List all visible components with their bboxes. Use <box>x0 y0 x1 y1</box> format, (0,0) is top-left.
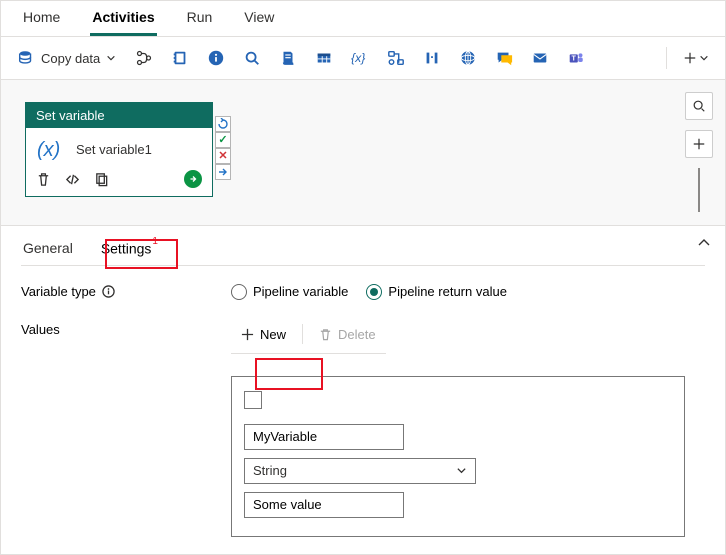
variable-icon[interactable]: {x} <box>344 43 376 73</box>
delete-button-label: Delete <box>338 327 376 342</box>
info-outline-icon[interactable] <box>102 285 115 298</box>
handle-skip-icon[interactable] <box>215 116 231 132</box>
copy-data-button[interactable]: Copy data <box>11 43 124 73</box>
handle-success-icon[interactable]: ✓ <box>215 132 231 148</box>
value-name-input[interactable] <box>244 424 404 450</box>
plus-icon <box>241 328 254 341</box>
radio-pipeline-variable-label: Pipeline variable <box>253 284 348 299</box>
pipeline-canvas[interactable]: Set variable (x) Set variable1 <box>1 80 725 226</box>
search-tool-icon[interactable] <box>236 43 268 73</box>
delete-value-button[interactable]: Delete <box>309 322 386 347</box>
details-panel: General Settings1 Variable type Pipeline… <box>1 226 725 547</box>
table-icon[interactable] <box>308 43 340 73</box>
tab-home[interactable]: Home <box>21 9 62 36</box>
values-label: Values <box>21 322 231 337</box>
delete-icon[interactable] <box>36 172 51 187</box>
new-value-button[interactable]: New <box>231 322 296 347</box>
branch-icon[interactable] <box>128 43 160 73</box>
canvas-search-button[interactable] <box>685 92 713 120</box>
variable-icon: (x) <box>36 138 66 160</box>
handle-fail-icon[interactable]: ✕ <box>215 148 231 164</box>
radio-pipeline-variable[interactable]: Pipeline variable <box>231 284 348 300</box>
settings-badge: 1 <box>152 236 158 247</box>
chevron-down-icon <box>106 53 116 63</box>
notebook-icon[interactable] <box>164 43 196 73</box>
info-icon[interactable] <box>200 43 232 73</box>
chevron-down-icon <box>699 53 709 63</box>
tab-settings-label: Settings <box>101 241 152 257</box>
database-icon <box>17 49 35 67</box>
add-activity-button[interactable] <box>677 43 715 73</box>
value-type-select[interactable]: String <box>244 458 476 484</box>
value-select-checkbox[interactable] <box>244 391 262 409</box>
trash-icon <box>319 328 332 341</box>
activity-name: Set variable1 <box>76 142 152 157</box>
svg-text:(x): (x) <box>37 139 60 160</box>
top-tab-bar: Home Activities Run View <box>1 1 725 37</box>
tab-settings[interactable]: Settings1 <box>99 236 159 265</box>
tab-activities[interactable]: Activities <box>90 9 156 36</box>
chevron-down-icon <box>456 465 467 476</box>
values-bar-separator <box>302 324 303 344</box>
chat-icon[interactable] <box>488 43 520 73</box>
web-icon[interactable] <box>452 43 484 73</box>
value-value-input[interactable] <box>244 492 404 518</box>
new-button-label: New <box>260 327 286 342</box>
teams-icon[interactable]: T <box>560 43 592 73</box>
detail-tab-bar: General Settings1 <box>21 236 705 266</box>
plus-icon <box>683 51 697 65</box>
code-icon[interactable] <box>65 172 80 187</box>
activity-card-set-variable[interactable]: Set variable (x) Set variable1 <box>25 102 213 197</box>
tab-view[interactable]: View <box>242 9 276 36</box>
tab-run[interactable]: Run <box>185 9 215 36</box>
flow-icon[interactable] <box>380 43 412 73</box>
activity-output-handles: ✓ ✕ <box>215 116 231 180</box>
canvas-add-button[interactable] <box>685 130 713 158</box>
zoom-track[interactable] <box>698 168 700 212</box>
svg-text:{x}: {x} <box>351 51 365 65</box>
svg-text:T: T <box>572 54 577 63</box>
value-entry-card: String <box>231 376 685 537</box>
copy-data-label: Copy data <box>41 51 100 66</box>
value-type-selected: String <box>253 463 287 478</box>
mail-icon[interactable] <box>524 43 556 73</box>
tab-general[interactable]: General <box>21 236 75 265</box>
pins-icon[interactable] <box>416 43 448 73</box>
radio-pipeline-return-value[interactable]: Pipeline return value <box>366 284 507 300</box>
activity-type-label: Set variable <box>26 103 212 128</box>
handle-completion-icon[interactable] <box>215 164 231 180</box>
toolbar-separator <box>666 47 667 69</box>
variable-type-label: Variable type <box>21 284 231 299</box>
run-activity-icon[interactable] <box>184 170 202 188</box>
copy-icon[interactable] <box>94 172 109 187</box>
radio-pipeline-return-label: Pipeline return value <box>388 284 507 299</box>
activities-toolbar: Copy data {x} T <box>1 37 725 80</box>
script-icon[interactable] <box>272 43 304 73</box>
